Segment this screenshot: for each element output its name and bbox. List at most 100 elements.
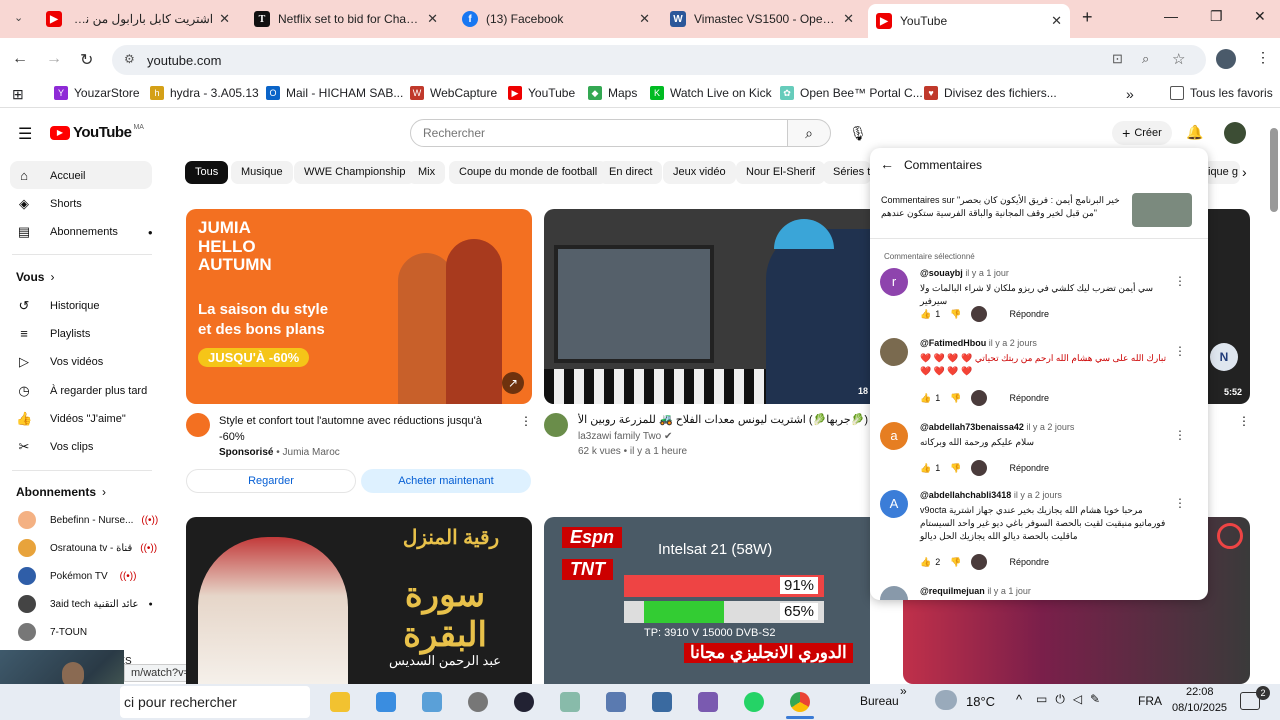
video-title[interactable]: (🥬جربها🥬) اشتريت ليونس معدات الفلاح 🚜 لل… — [578, 413, 868, 429]
apps-icon[interactable]: ⊞ — [12, 86, 24, 103]
sidebar-item-abonnements[interactable]: ▤ Abonnements ● — [16, 224, 153, 240]
like-icon[interactable]: 👍 — [920, 393, 931, 404]
video-more-icon[interactable]: ⋮ — [1238, 414, 1250, 428]
dislike-icon[interactable]: 👎 — [950, 309, 961, 320]
whatsapp-icon[interactable] — [744, 692, 764, 712]
bookmark-item[interactable]: h hydra - 3.A05.13 — [150, 86, 259, 100]
clock-date[interactable]: 08/10/2025 — [1172, 702, 1227, 714]
close-tab-icon[interactable]: ✕ — [843, 11, 854, 27]
page-scrollbar[interactable] — [1270, 128, 1278, 212]
chip-mix[interactable]: Mix — [408, 161, 446, 184]
comment-author[interactable]: @FatimedHbou — [920, 338, 986, 348]
channel-avatar[interactable] — [544, 413, 568, 437]
voice-search-button[interactable]: 🎙 — [846, 121, 870, 145]
bookmark-item[interactable]: ▶ YouTube — [508, 86, 575, 100]
calculator-icon[interactable] — [606, 692, 626, 712]
bookmark-item[interactable]: W WebCapture — [410, 86, 497, 100]
chip-tous[interactable]: Tous — [185, 161, 229, 184]
channel-name[interactable]: la3zawi family Two — [578, 431, 661, 442]
zoom-icon[interactable]: ⌕ — [1142, 51, 1149, 67]
sidebar-item-playlists[interactable]: ≡ Playlists — [16, 326, 90, 341]
subscription-item[interactable]: 7-TOUN — [18, 623, 87, 641]
subscription-item[interactable]: 3aid tech عائد التقنية ● — [18, 595, 153, 613]
app-icon[interactable] — [652, 692, 672, 712]
bookmark-star-icon[interactable]: ☆ — [1172, 50, 1185, 68]
reply-button[interactable]: Répondre — [1009, 309, 1049, 319]
chips-next-icon[interactable]: › — [1242, 164, 1247, 180]
comment-author[interactable]: @abdellahchabli3418 — [920, 490, 1011, 500]
app-icon[interactable] — [698, 692, 718, 712]
profile-avatar[interactable] — [1216, 49, 1236, 69]
watch-button[interactable]: Regarder — [186, 469, 356, 493]
tab-3[interactable]: f (13) Facebook ✕ — [454, 6, 658, 32]
temperature[interactable]: 18°C — [966, 694, 995, 709]
comment-author[interactable]: @abdellah73benaissa42 — [920, 422, 1024, 432]
buy-now-button[interactable]: Acheter maintenant — [361, 469, 531, 493]
tab-4[interactable]: W Vimastec VS1500 - OpenWe ✕ — [662, 6, 862, 32]
app-icon[interactable] — [560, 692, 580, 712]
dislike-icon[interactable]: 👎 — [950, 557, 961, 568]
minimize-button[interactable]: — — [1164, 8, 1178, 24]
comment-menu-icon[interactable]: ⋮ — [1174, 428, 1186, 442]
menu-icon[interactable]: ⋮ — [1256, 49, 1270, 66]
video-thumbnail[interactable]: Espn TNT Intelsat 21 (58W) 91% 65% TP: 3… — [544, 517, 870, 684]
app-icon[interactable] — [514, 692, 534, 712]
comment-menu-icon[interactable]: ⋮ — [1174, 496, 1186, 510]
more-bookmarks-icon[interactable]: » — [1126, 86, 1134, 102]
bookmark-item[interactable]: ♥ Divisez des fichiers... — [924, 86, 1057, 100]
comment-avatar[interactable] — [880, 586, 908, 600]
chip-musique[interactable]: Musique — [231, 161, 293, 184]
comment-avatar[interactable]: r — [880, 268, 908, 296]
subscription-item[interactable]: Bebefinn - Nurse... ((•)) — [18, 511, 158, 529]
bookmark-item[interactable]: K Watch Live on Kick — [650, 86, 772, 100]
comment-menu-icon[interactable]: ⋮ — [1174, 344, 1186, 358]
sidebar-item-clips[interactable]: ✂ Vos clips — [16, 439, 94, 455]
site-info-icon[interactable]: ⚙ — [124, 52, 135, 66]
subscription-item[interactable]: Pokémon TV ((•)) — [18, 567, 136, 585]
restore-button[interactable]: ❐ — [1210, 8, 1223, 25]
comment-menu-icon[interactable]: ⋮ — [1174, 274, 1186, 288]
chip-nour-el-sherif[interactable]: Nour El-Sherif — [736, 161, 826, 184]
comment-avatar[interactable] — [880, 338, 908, 366]
sidebar-item-historique[interactable]: ↺ Historique — [16, 298, 100, 314]
tab-1[interactable]: ▶ اشتريت كابل بارابول من نوع أ ✕ — [38, 6, 238, 32]
ad-link-icon[interactable]: ↗ — [502, 372, 524, 394]
chip-musique-partial[interactable]: ique g — [1204, 161, 1240, 184]
create-button[interactable]: + Créer — [1112, 121, 1172, 145]
back-icon[interactable]: ← — [12, 50, 28, 68]
bookmark-item[interactable]: O Mail - HICHAM SAB... — [266, 86, 403, 100]
file-explorer-icon[interactable] — [330, 692, 350, 712]
comment-author[interactable]: @requilmejuan — [920, 586, 985, 596]
bookmark-item[interactable]: ✿ Open Bee™ Portal C... — [780, 86, 923, 100]
chrome-icon[interactable] — [790, 692, 810, 712]
tray-icons[interactable]: ▭⏻◁✎ — [1036, 692, 1108, 707]
store-icon[interactable] — [376, 692, 396, 712]
all-bookmarks[interactable]: Tous les favoris — [1170, 86, 1273, 100]
search-box[interactable] — [410, 119, 788, 147]
chip-coupe-du-monde[interactable]: Coupe du monde de football — [449, 161, 608, 184]
like-icon[interactable]: 👍 — [920, 557, 931, 568]
tray-expand-icon[interactable]: ^ — [1016, 692, 1022, 707]
comment-author[interactable]: @souaybj — [920, 268, 963, 278]
close-tab-icon[interactable]: ✕ — [1051, 13, 1062, 29]
ad-thumbnail[interactable]: JUMIA HELLO AUTUMN La saison du style et… — [186, 209, 532, 404]
youtube-logo[interactable]: ▶ YouTube MA — [50, 124, 144, 141]
video-thumbnail[interactable]: N 5:52 — [1204, 209, 1250, 404]
desktop-toolbar[interactable]: Bureau — [860, 694, 899, 708]
sidebar-item-liked[interactable]: 👍 Vidéos "J'aime" — [16, 411, 126, 427]
app-icon[interactable] — [422, 692, 442, 712]
comment-avatar[interactable]: A — [880, 490, 908, 518]
like-icon[interactable]: 👍 — [920, 309, 931, 320]
reply-button[interactable]: Répondre — [1009, 463, 1049, 473]
forward-icon[interactable]: → — [46, 50, 62, 68]
ad-title[interactable]: Style et confort tout l'automne avec réd… — [219, 413, 509, 445]
toolbar-expand-icon[interactable]: » — [900, 684, 907, 698]
sidebar-abonnements-title[interactable]: Abonnements › — [16, 485, 106, 499]
notifications-bell-icon[interactable]: 🔔 — [1186, 124, 1203, 141]
reload-icon[interactable]: ↻ — [80, 50, 93, 70]
subscription-item[interactable]: Osratouna tv - قناة ((•)) — [18, 539, 157, 557]
back-arrow-icon[interactable]: ← — [880, 156, 894, 172]
chip-en-direct[interactable]: En direct — [599, 161, 663, 184]
dislike-icon[interactable]: 👎 — [950, 463, 961, 474]
reply-button[interactable]: Répondre — [1009, 557, 1049, 567]
